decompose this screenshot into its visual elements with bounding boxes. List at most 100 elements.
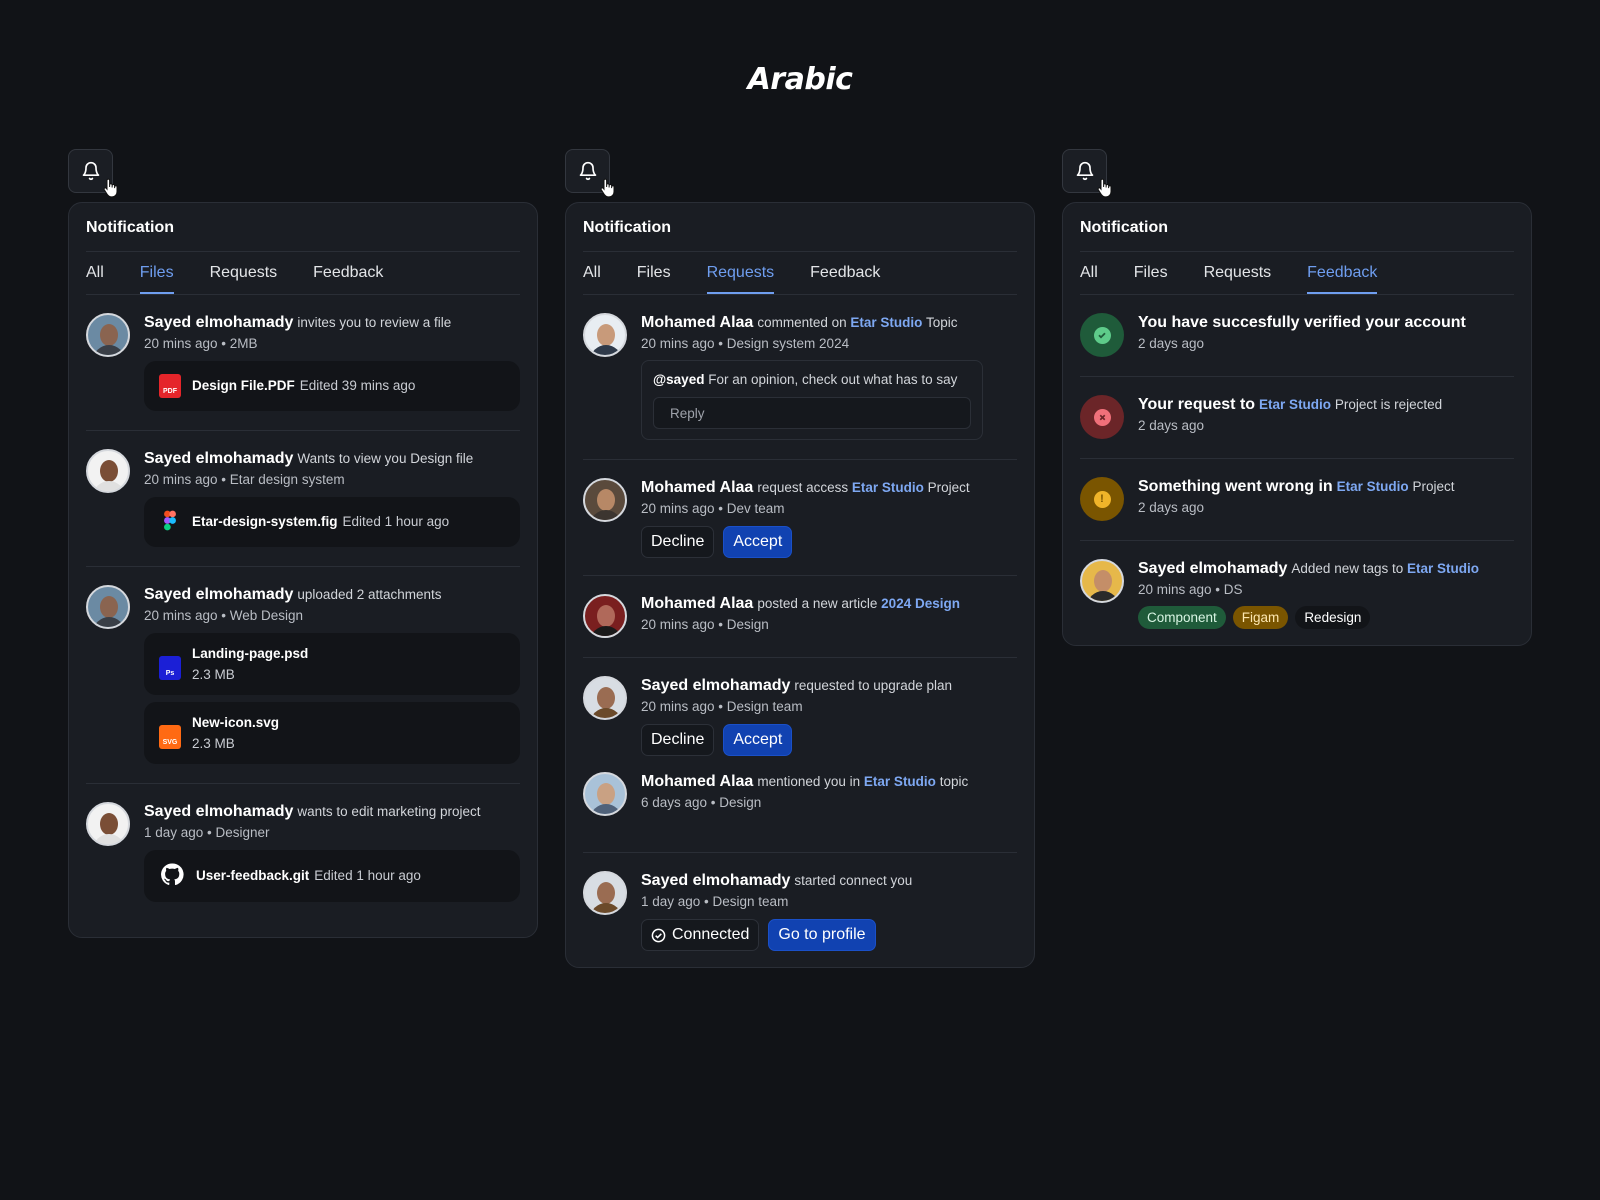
notification-item[interactable]: ! Something went wrong in Etar Studio Pro…	[1080, 459, 1514, 541]
item-meta: 20 mins ago • Web Design	[144, 608, 304, 623]
tab-files[interactable]: Files	[139, 264, 174, 294]
notification-bell-button[interactable]	[68, 149, 118, 198]
tag-component[interactable]: Component	[1138, 606, 1226, 629]
file-meta: Edited 39 mins ago	[299, 378, 416, 393]
user-name[interactable]: Sayed elmohamady	[641, 872, 790, 889]
avatar	[583, 478, 627, 522]
tab-all[interactable]: All	[86, 264, 104, 294]
tab-requests[interactable]: Requests	[706, 264, 775, 294]
notification-bell-button[interactable]	[1062, 149, 1112, 198]
item-meta: 20 mins ago • Design	[641, 617, 769, 632]
notification-item[interactable]: Sayed elmohamady uploaded 2 attachments 2…	[86, 567, 520, 784]
tab-files[interactable]: Files	[637, 264, 671, 294]
tab-all[interactable]: All	[1080, 264, 1098, 294]
user-name[interactable]: Sayed elmohamady	[144, 450, 293, 467]
user-name[interactable]: Sayed elmohamady	[144, 586, 293, 603]
file-meta: Edited 1 hour ago	[342, 514, 450, 529]
action-suffix: Topic	[925, 315, 958, 330]
avatar	[86, 585, 130, 629]
file-size: 2.3 MB	[192, 736, 235, 751]
notification-item[interactable]: You have succesfully verified your accou…	[1080, 295, 1514, 377]
accept-button[interactable]: Accept	[723, 526, 793, 558]
action-text: requested to upgrade plan	[794, 678, 953, 693]
tab-feedback[interactable]: Feedback	[313, 264, 383, 294]
item-meta: 2 days ago	[1138, 500, 1205, 515]
avatar	[86, 313, 130, 357]
notification-panel: Notification All Files Requests Feedback…	[68, 202, 538, 938]
accept-button[interactable]: Accept	[723, 724, 793, 756]
project-link[interactable]: Etar Studio	[1259, 397, 1331, 412]
project-link[interactable]: Etar Studio	[850, 315, 922, 330]
user-name[interactable]: Mohamed Alaa	[641, 595, 753, 612]
file-size: 2.3 MB	[192, 667, 235, 682]
notification-item[interactable]: Mohamed Alaa request access Etar Studio P…	[583, 460, 1017, 576]
action-text: Added new tags to	[1291, 561, 1404, 576]
user-name[interactable]: Sayed elmohamady	[144, 314, 293, 331]
tab-bar: All Files Requests Feedback	[583, 252, 1017, 295]
notification-item[interactable]: Mohamed Alaa posted a new article 2024 De…	[583, 576, 1017, 658]
action-text: posted a new article	[757, 596, 878, 611]
figma-icon	[164, 510, 176, 531]
reply-input[interactable]	[653, 397, 971, 429]
notification-item[interactable]: Sayed elmohamady wants to edit marketing …	[86, 784, 520, 921]
project-link[interactable]: Etar Studio	[1337, 479, 1409, 494]
panel-title: Notification	[1080, 219, 1514, 252]
notification-item[interactable]: Mohamed Alaa commented on Etar Studio Top…	[583, 295, 1017, 460]
user-name[interactable]: Sayed elmohamady	[641, 677, 790, 694]
notification-bell-button[interactable]	[565, 149, 615, 198]
file-card[interactable]: Ps Landing-page.psd 2.3 MB	[144, 633, 520, 695]
user-name[interactable]: Mohamed Alaa	[641, 773, 753, 790]
decline-button[interactable]: Decline	[641, 526, 715, 558]
user-name[interactable]: Sayed elmohamady	[144, 803, 293, 820]
decline-button[interactable]: Decline	[641, 724, 715, 756]
tab-files[interactable]: Files	[1134, 264, 1168, 294]
tag-figam[interactable]: Figam	[1232, 606, 1289, 629]
notification-item[interactable]: Sayed elmohamady Wants to view you Design…	[86, 431, 520, 567]
tab-feedback[interactable]: Feedback	[1307, 264, 1378, 294]
file-card[interactable]: User-feedback.git Edited 1 hour ago	[144, 850, 520, 902]
comment-box: @sayed For an opinion, check out what ha…	[641, 360, 983, 440]
bell-icon	[1076, 161, 1093, 181]
file-name: New-icon.svg	[192, 715, 280, 730]
user-name[interactable]: Mohamed Alaa	[641, 479, 753, 496]
project-link[interactable]: Etar Studio	[852, 480, 924, 495]
tag-redesign[interactable]: Redesign	[1295, 606, 1371, 629]
project-link[interactable]: Etar Studio	[864, 774, 936, 789]
notification-item[interactable]: Mohamed Alaa mentioned you in Etar Studio…	[583, 766, 1017, 853]
notification-item[interactable]: Your request to Etar Studio Project is re…	[1080, 377, 1514, 459]
svg-file-icon: SVG	[159, 725, 181, 749]
item-meta: 6 days ago • Design	[641, 795, 762, 810]
bell-icon	[579, 161, 596, 181]
avatar	[583, 313, 627, 357]
item-meta: 20 mins ago • Design system 2024	[641, 336, 850, 351]
mention-link[interactable]: @sayed	[653, 372, 704, 387]
notification-item[interactable]: Sayed elmohamady invites you to review a …	[86, 295, 520, 431]
file-card[interactable]: PDF Design File.PDF Edited 39 mins ago	[144, 361, 520, 411]
go-to-profile-button[interactable]: Go to profile	[768, 919, 876, 951]
file-card[interactable]: SVG New-icon.svg 2.3 MB	[144, 702, 520, 764]
action-text: started connect you	[794, 873, 913, 888]
notification-column-files: Notification All Files Requests Feedback…	[68, 149, 538, 938]
tab-feedback[interactable]: Feedback	[810, 264, 880, 294]
avatar	[1080, 559, 1124, 603]
file-name: User-feedback.git	[196, 868, 310, 883]
tab-requests[interactable]: Requests	[210, 264, 278, 294]
file-card[interactable]: Etar-design-system.fig Edited 1 hour ago	[144, 497, 520, 547]
article-link[interactable]: 2024 Design	[881, 596, 960, 611]
notification-item[interactable]: Sayed elmohamady started connect you 1 da…	[583, 853, 1017, 951]
panel-title: Notification	[86, 219, 520, 252]
user-name[interactable]: Mohamed Alaa	[641, 314, 753, 331]
check-circle-icon	[651, 928, 666, 942]
error-badge	[1080, 395, 1124, 439]
user-name[interactable]: Sayed elmohamady	[1138, 560, 1287, 577]
notification-item[interactable]: Sayed elmohamady Added new tags to Etar S…	[1080, 541, 1514, 629]
tab-requests[interactable]: Requests	[1204, 264, 1272, 294]
tab-all[interactable]: All	[583, 264, 601, 294]
item-meta: 20 mins ago • DS	[1138, 582, 1243, 597]
warning-badge: !	[1080, 477, 1124, 521]
connected-button[interactable]: Connected	[641, 919, 760, 951]
project-link[interactable]: Etar Studio	[1407, 561, 1479, 576]
notification-title: You have succesfully verified your accou…	[1138, 314, 1466, 331]
tab-bar: All Files Requests Feedback	[1080, 252, 1514, 295]
notification-item[interactable]: Sayed elmohamady requested to upgrade pla…	[583, 658, 1017, 766]
